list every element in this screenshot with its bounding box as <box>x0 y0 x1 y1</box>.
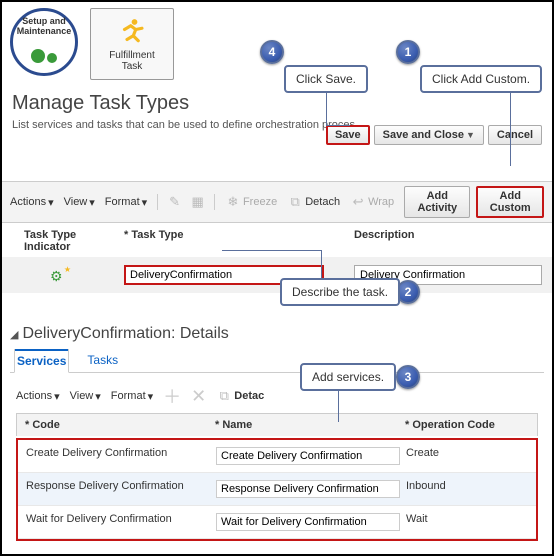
callout-bubble-2: Describe the task. <box>280 278 400 306</box>
callout-badge-1: 1 <box>396 40 420 64</box>
col-operation-code: Operation Code <box>405 419 529 431</box>
tab-services[interactable]: Services <box>14 349 69 373</box>
col-description: Description <box>354 229 542 253</box>
table-row: Wait for Delivery Confirmation Wait <box>18 506 536 539</box>
chevron-down-icon: ▾ <box>148 390 154 403</box>
main-toolbar: Actions ▾ View ▾ Format ▾ ✎ ▦ ❄Freeze ⧉D… <box>2 181 552 223</box>
cell-code: Response Delivery Confirmation <box>26 480 216 498</box>
cell-name-input[interactable] <box>216 447 400 465</box>
cell-name-input[interactable] <box>216 513 400 531</box>
freeze-icon: ❄ <box>225 194 241 210</box>
services-table-header: Code Name Operation Code <box>16 413 538 436</box>
svc-detach-button[interactable]: ⧉Detac <box>216 388 264 404</box>
chevron-down-icon: ▼ <box>466 130 475 140</box>
callout-bubble-3: Add services. <box>300 363 396 391</box>
running-person-icon <box>117 17 147 47</box>
wrap-icon: ↩ <box>350 194 366 210</box>
collapse-icon[interactable]: ◢ <box>10 328 18 341</box>
callout-bubble-1: Click Add Custom. <box>420 65 542 93</box>
cell-op: Wait <box>406 513 528 531</box>
tab-tasks[interactable]: Tasks <box>85 349 120 372</box>
save-button[interactable]: Save <box>326 125 370 145</box>
freeze-button[interactable]: ❄Freeze <box>225 194 277 210</box>
setup-maintenance-icon[interactable]: Setup and Maintenance <box>10 8 78 76</box>
chevron-down-icon: ▾ <box>95 390 101 403</box>
services-toolbar: Actions ▾ View ▾ Format ▾ ＋ ✕ ⧉Detac <box>10 373 544 413</box>
wrap-button[interactable]: ↩Wrap <box>350 194 394 210</box>
add-custom-button[interactable]: Add Custom <box>476 186 544 218</box>
cancel-button[interactable]: Cancel <box>488 125 542 145</box>
col-indicator: Task Type Indicator <box>24 229 94 253</box>
cell-op: Inbound <box>406 480 528 498</box>
actions-menu[interactable]: Actions ▾ <box>10 196 54 209</box>
cell-code: Wait for Delivery Confirmation <box>26 513 216 531</box>
detach-icon: ⧉ <box>216 388 232 404</box>
setup-label: Setup and Maintenance <box>13 17 75 37</box>
svc-format-menu[interactable]: Format ▾ <box>111 390 153 403</box>
chevron-down-icon: ▾ <box>48 196 54 209</box>
cell-code: Create Delivery Confirmation <box>26 447 216 465</box>
format-menu[interactable]: Format ▾ <box>105 196 147 209</box>
col-code: Code <box>25 419 215 431</box>
cell-name-input[interactable] <box>216 480 400 498</box>
detach-button[interactable]: ⧉Detach <box>287 194 340 210</box>
edit-icon[interactable]: ✎ <box>168 194 181 210</box>
remove-icon[interactable]: ✕ <box>191 386 206 407</box>
fulfillment-label: Fulfillment Task <box>109 50 155 72</box>
fulfillment-task-icon[interactable]: Fulfillment Task <box>90 8 174 80</box>
gear-icon <box>47 53 57 63</box>
callout-bubble-4: Click Save. <box>284 65 368 93</box>
svc-view-menu[interactable]: View ▾ <box>70 390 101 403</box>
task-indicator-icon: ⚙★ <box>50 268 68 282</box>
services-table: Create Delivery Confirmation Create Resp… <box>16 438 538 541</box>
callout-badge-3: 3 <box>396 365 420 389</box>
callout-badge-4: 4 <box>260 40 284 64</box>
grid-icon[interactable]: ▦ <box>191 194 204 210</box>
cell-op: Create <box>406 447 528 465</box>
details-title: DeliveryConfirmation: Details <box>22 325 228 343</box>
details-section: ◢ DeliveryConfirmation: Details Services… <box>2 321 552 541</box>
details-tabs: Services Tasks <box>10 347 544 373</box>
col-name: Name <box>215 419 405 431</box>
chevron-down-icon: ▾ <box>142 196 148 209</box>
gear-icon <box>31 49 45 63</box>
chevron-down-icon: ▾ <box>54 390 60 403</box>
view-menu[interactable]: View ▾ <box>64 196 95 209</box>
detach-icon: ⧉ <box>287 194 303 210</box>
add-activity-button[interactable]: Add Activity <box>404 186 470 218</box>
svc-actions-menu[interactable]: Actions ▾ <box>16 390 60 403</box>
table-row: Create Delivery Confirmation Create <box>18 440 536 473</box>
table-row: Response Delivery Confirmation Inbound <box>18 473 536 506</box>
chevron-down-icon: ▾ <box>89 196 95 209</box>
save-and-close-button[interactable]: Save and Close▼ <box>374 125 484 145</box>
add-icon[interactable]: ＋ <box>163 383 181 409</box>
